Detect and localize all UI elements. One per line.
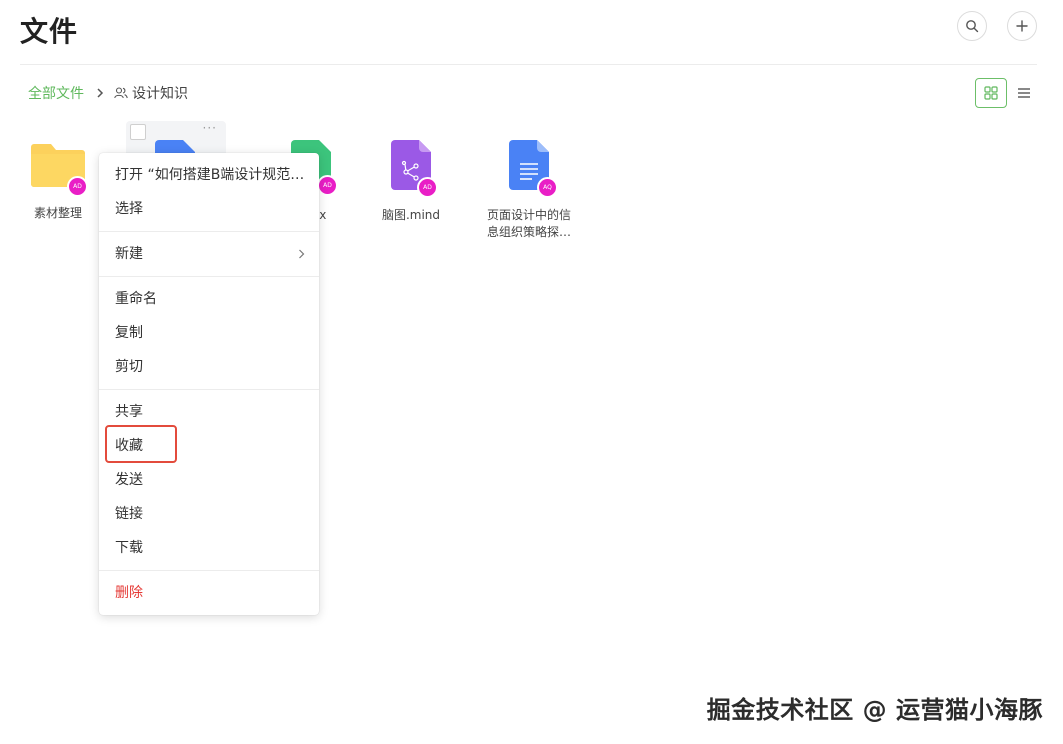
menu-divider (99, 389, 319, 390)
list-view-icon (1018, 88, 1030, 98)
header-divider (20, 64, 1037, 65)
grid-view-icon (984, 86, 998, 100)
avatar-badge: AD (317, 175, 338, 196)
menu-item-select[interactable]: 选择 (99, 192, 319, 226)
more-options-icon[interactable]: ··· (203, 121, 217, 135)
menu-item-new-label: 新建 (115, 246, 143, 262)
menu-item-share[interactable]: 共享 (99, 395, 319, 429)
breadcrumb-current-label: 设计知识 (132, 86, 188, 102)
menu-divider (99, 231, 319, 232)
breadcrumb-root[interactable]: 全部文件 (28, 83, 84, 103)
menu-item-copy[interactable]: 复制 (99, 316, 319, 350)
avatar-badge: AQ (537, 177, 558, 198)
file-name: 素材整理 (33, 206, 82, 220)
menu-item-link[interactable]: 链接 (99, 497, 319, 531)
search-icon (966, 20, 979, 33)
menu-item-open[interactable]: 打开 “如何搭建B端设计规范… (99, 158, 319, 192)
avatar-badge: AD (417, 177, 438, 198)
plus-icon (1016, 20, 1028, 32)
menu-item-download[interactable]: 下载 (99, 531, 319, 565)
search-button[interactable] (957, 11, 987, 41)
menu-divider (99, 276, 319, 277)
menu-divider (99, 570, 319, 571)
list-view-button[interactable] (1013, 82, 1035, 104)
chevron-right-icon (298, 237, 305, 271)
file-item-doc[interactable]: AQ 页面设计中的信息组织策略探… (474, 140, 584, 241)
file-select-checkbox[interactable] (130, 124, 146, 140)
page-title: 文件 (20, 15, 79, 48)
file-item-folder[interactable]: AD 素材整理 (3, 142, 113, 222)
context-menu: 打开 “如何搭建B端设计规范… 选择 新建 重命名 复制 剪切 共享 收藏 发送… (99, 153, 319, 615)
breadcrumb: 全部文件 设计知识 (28, 83, 188, 103)
add-button[interactable] (1007, 11, 1037, 41)
file-name: 页面设计中的信息组织策略探… (486, 208, 571, 239)
menu-item-new[interactable]: 新建 (99, 237, 319, 271)
highlight-annotation (105, 425, 177, 463)
file-name: 脑图.mind (381, 208, 441, 222)
watermark: 掘金技术社区 @ 运营猫小海豚 (706, 696, 1043, 724)
chevron-right-icon (96, 88, 104, 98)
team-icon (114, 87, 128, 99)
menu-item-send[interactable]: 发送 (99, 463, 319, 497)
file-item-mind[interactable]: AD 脑图.mind (356, 140, 466, 224)
breadcrumb-current: 设计知识 (114, 83, 188, 103)
avatar-badge: AD (67, 176, 88, 197)
menu-item-cut[interactable]: 剪切 (99, 350, 319, 384)
menu-item-rename[interactable]: 重命名 (99, 282, 319, 316)
menu-item-delete[interactable]: 删除 (99, 576, 319, 610)
grid-view-button[interactable] (975, 78, 1007, 108)
